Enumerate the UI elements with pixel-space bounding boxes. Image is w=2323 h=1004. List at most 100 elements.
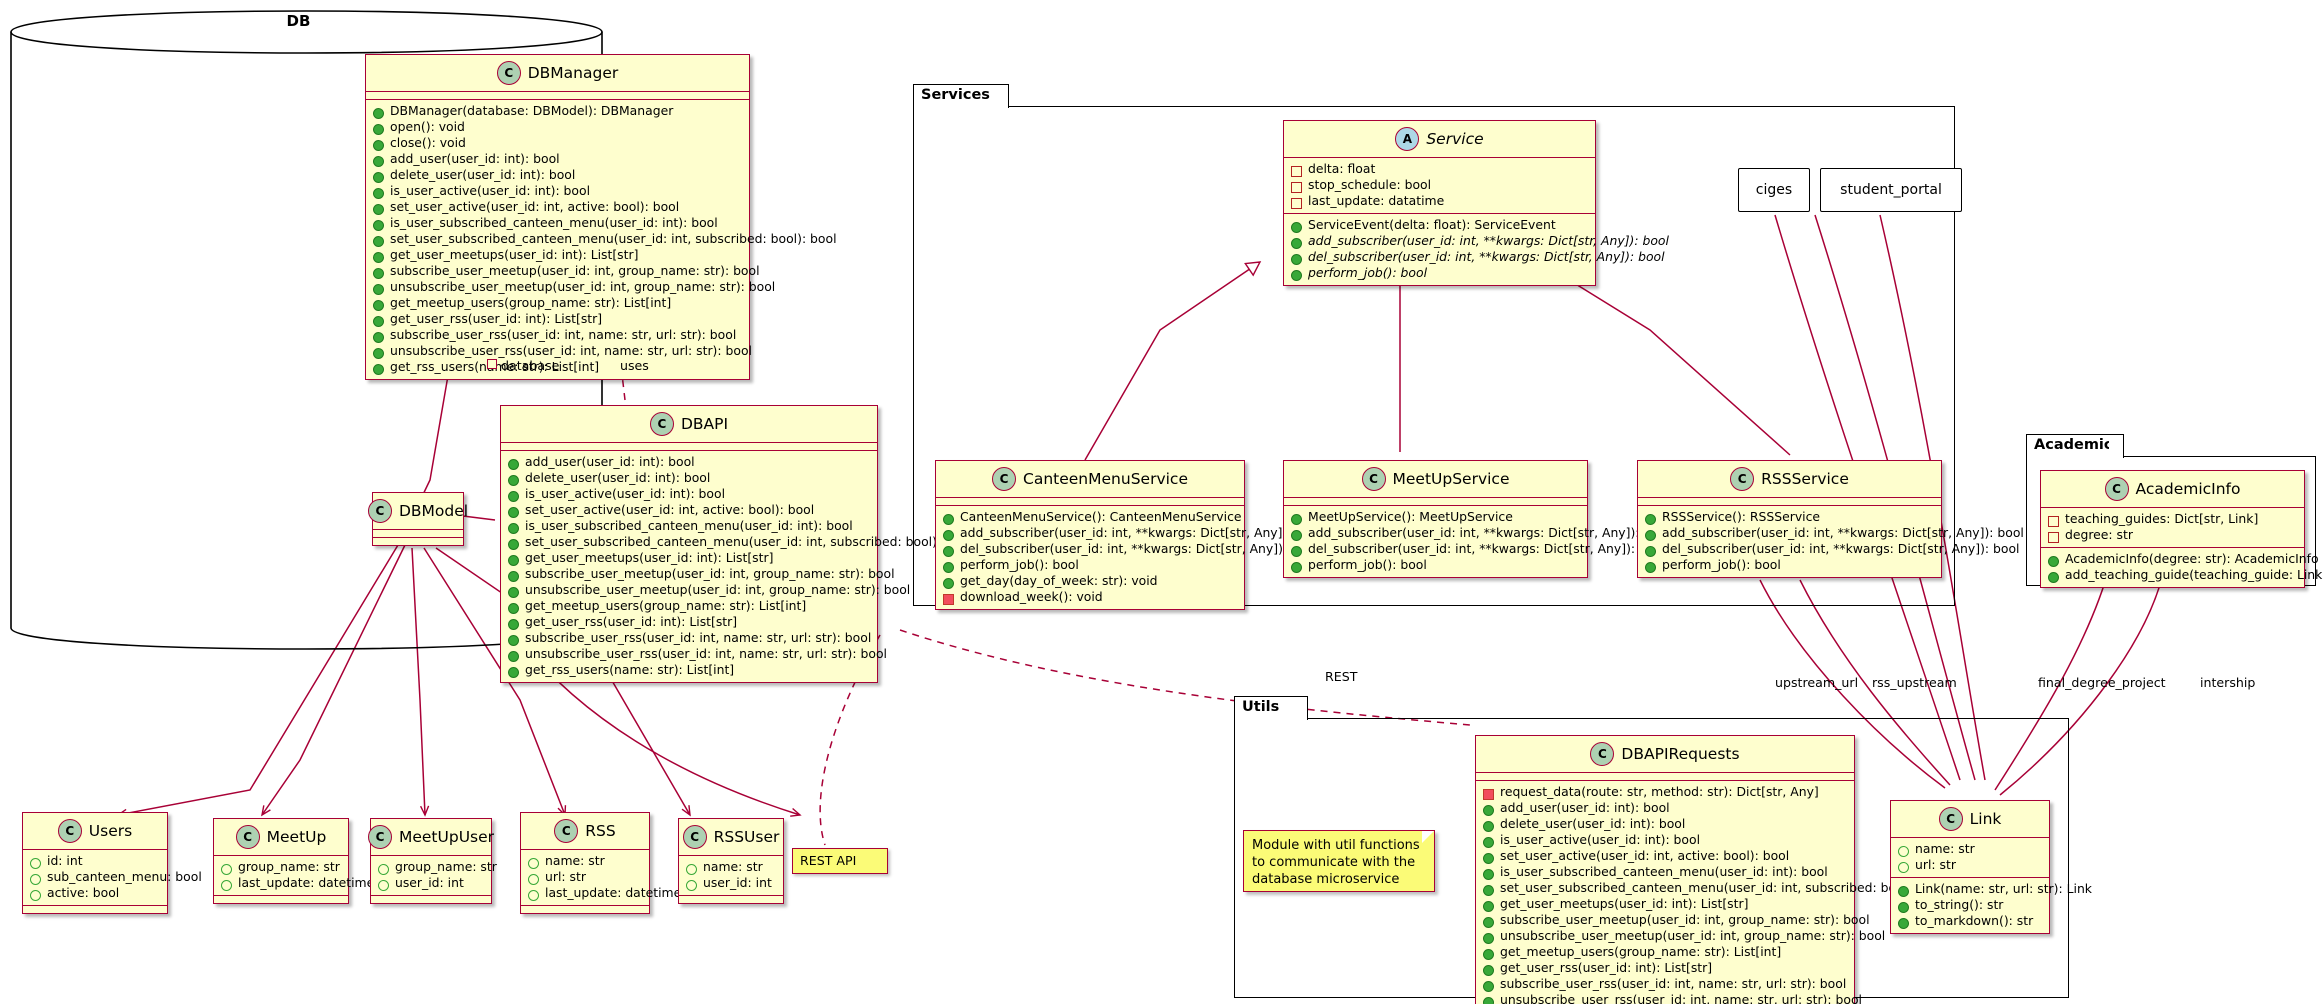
class-service-header: A Service (1284, 121, 1595, 157)
member-row: open(): void (373, 119, 743, 135)
class-meetup[interactable]: C MeetUp group_name: str last_update: dat… (213, 818, 374, 904)
public-visibility-icon (373, 187, 384, 199)
class-dbmodel-name: DBModel (398, 502, 469, 520)
class-rssservice[interactable]: C RSSService RSSService(): RSSService add… (1637, 460, 2024, 578)
class-meetupservice[interactable]: C MeetUpService MeetUpService(): MeetUpS… (1283, 460, 1670, 578)
public-visibility-icon (373, 219, 384, 231)
class-service-name: Service (1426, 130, 1484, 148)
member-label: unsubscribe_user_rss(user_id: int, name:… (390, 342, 752, 358)
member-label: delete_user(user_id: int): bool (525, 469, 711, 485)
class-users-attributes: id: int sub_canteen_menu: bool active: boo… (23, 850, 202, 905)
class-dbapirequests-name: DBAPIRequests (1621, 745, 1740, 763)
member-label: name: str (1915, 840, 1975, 856)
class-icon: C (554, 819, 579, 843)
node-ciges[interactable]: ciges (1738, 168, 1810, 212)
member-label: get_rss_users(name: str): List[int] (525, 661, 735, 677)
member-label: set_user_subscribed_canteen_menu(user_id… (1500, 879, 1947, 895)
member-row: perform_job(): bool (1645, 557, 1935, 573)
member-label: get_user_meetups(user_id: int): List[str… (390, 246, 639, 262)
class-dbmodel[interactable]: C DBModel (367, 492, 468, 546)
member-row: Link(name: str, url: str): Link (1898, 881, 2092, 897)
protected-visibility-icon (1291, 181, 1302, 193)
member-row: delete_user(user_id: int): bool (373, 167, 743, 183)
public-visibility-icon (1483, 996, 1494, 1004)
public-visibility-icon (1291, 545, 1302, 557)
class-meetupuser[interactable]: C MeetUpUser group_name: str user_id: int (367, 818, 497, 904)
public-visibility-icon (508, 586, 519, 598)
member-label: url: str (1915, 856, 1956, 872)
class-canteenmenuservice[interactable]: C CanteenMenuService CanteenMenuService(… (935, 460, 1322, 610)
public-visibility-icon (1483, 948, 1494, 960)
public-visibility-icon (373, 347, 384, 359)
package-visibility-icon (528, 873, 539, 885)
class-canteenmenuservice-header: C CanteenMenuService (936, 461, 1244, 497)
member-row: subscribe_user_rss(user_id: int, name: s… (1483, 976, 1848, 992)
member-label: ServiceEvent(delta: float): ServiceEvent (1308, 216, 1556, 232)
member-label: Link(name: str, url: str): Link (1915, 880, 2092, 896)
public-visibility-icon (373, 299, 384, 311)
member-row: add_teaching_guide(teaching_guide: Link)… (2048, 567, 2323, 583)
class-service[interactable]: A Service delta: float stop_schedule: boo… (1283, 120, 1669, 286)
package-visibility-icon (378, 879, 389, 891)
class-rssuser-attributes: name: str user_id: int (679, 856, 783, 895)
note-util-functions: Module with util functions to communicat… (1243, 830, 1435, 892)
member-row: id: int (30, 853, 161, 869)
member-label: user_id: int (395, 874, 464, 890)
class-dbapirequests[interactable]: C DBAPIRequests request_data(route: str,… (1475, 735, 1947, 1004)
class-rss[interactable]: C RSS name: str url: str last_update: date… (520, 812, 681, 914)
member-label: last_update: datatime (1308, 192, 1445, 208)
member-row: is_user_active(user_id: int): bool (1483, 832, 1848, 848)
class-rssuser[interactable]: C RSSUser name: str user_id: int (678, 818, 784, 904)
attributes-empty (1284, 498, 1587, 505)
package-visibility-icon (1898, 845, 1909, 857)
class-dbapi[interactable]: C DBAPI add_user(user_id: int): bool dele… (500, 405, 972, 683)
public-visibility-icon (1291, 513, 1302, 525)
node-student-portal[interactable]: student_portal (1820, 168, 1962, 212)
public-visibility-icon (1291, 561, 1302, 573)
member-label: get_meetup_users(group_name: str): List[… (525, 597, 807, 613)
member-row: last_update: datetime (221, 875, 374, 891)
member-label: add_subscriber(user_id: int, **kwargs: D… (1308, 232, 1669, 248)
package-visibility-icon (30, 857, 41, 869)
member-row: last_update: datatime (1291, 193, 1589, 209)
public-visibility-icon (373, 251, 384, 263)
member-label: group_name: str (395, 858, 497, 874)
class-icon: C (1730, 467, 1755, 491)
public-visibility-icon (373, 331, 384, 343)
class-dbmodel-header: C DBModel (367, 493, 468, 529)
member-row: set_user_active(user_id: int, active: bo… (373, 199, 743, 215)
member-row: add_user(user_id: int): bool (508, 454, 871, 470)
member-row: last_update: datetime (528, 885, 681, 901)
member-row: to_string(): str (1898, 897, 2043, 913)
member-label: CanteenMenuService(): CanteenMenuService (960, 508, 1242, 524)
note-util-functions-text: Module with util functions to communicat… (1252, 838, 1420, 887)
member-row: del_subscriber(user_id: int, **kwargs: D… (1291, 249, 1665, 265)
class-icon: C (367, 499, 392, 523)
class-meetupservice-header: C MeetUpService (1284, 461, 1587, 497)
public-visibility-icon (508, 650, 519, 662)
member-row: download_week(): void (943, 589, 1238, 605)
member-row: set_user_subscribed_canteen_menu(user_id… (508, 534, 972, 550)
attributes-empty (366, 92, 749, 99)
member-label: get_day(day_of_week: str): void (960, 572, 1158, 588)
member-label: del_subscriber(user_id: int, **kwargs: D… (960, 540, 1318, 556)
member-label: unsubscribe_user_rss(user_id: int, name:… (525, 645, 887, 661)
class-academicinfo[interactable]: C AcademicInfo teaching_guides: Dict[str… (2040, 470, 2323, 588)
class-link-name: Link (1969, 810, 2002, 828)
member-row: sub_canteen_menu: bool (30, 869, 202, 885)
member-label: is_user_active(user_id: int): bool (1500, 831, 1701, 847)
member-label: DBManager(database: DBModel): DBManager (390, 102, 674, 118)
class-link[interactable]: C Link name: str url: str Link(name: str,… (1890, 800, 2092, 934)
class-users[interactable]: C Users id: int sub_canteen_menu: bool act… (22, 812, 202, 914)
member-label: active: bool (47, 884, 120, 900)
class-icon: C (992, 467, 1017, 491)
attributes-empty (501, 443, 877, 450)
member-label: add_teaching_guide(teaching_guide: Link)… (2065, 566, 2323, 582)
public-visibility-icon (1291, 237, 1302, 249)
public-visibility-icon (943, 545, 954, 557)
attributes-empty (1638, 498, 1941, 505)
member-label: subscribe_user_meetup(user_id: int, grou… (525, 565, 895, 581)
methods-empty (373, 538, 463, 545)
class-dbmanager[interactable]: C DBManager DBManager(database: DBModel)… (365, 54, 837, 380)
member-label: group_name: str (238, 858, 340, 874)
